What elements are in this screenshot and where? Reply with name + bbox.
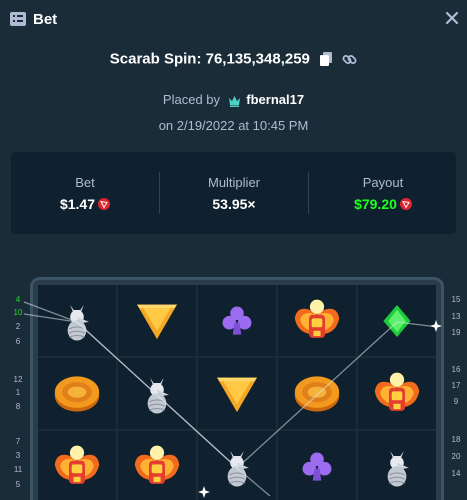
payline-4 — [23, 301, 439, 469]
sparkle-icon — [198, 486, 210, 498]
payline-10 — [23, 313, 271, 497]
winning-paylines — [23, 301, 442, 498]
sparkle-icon — [430, 320, 442, 332]
